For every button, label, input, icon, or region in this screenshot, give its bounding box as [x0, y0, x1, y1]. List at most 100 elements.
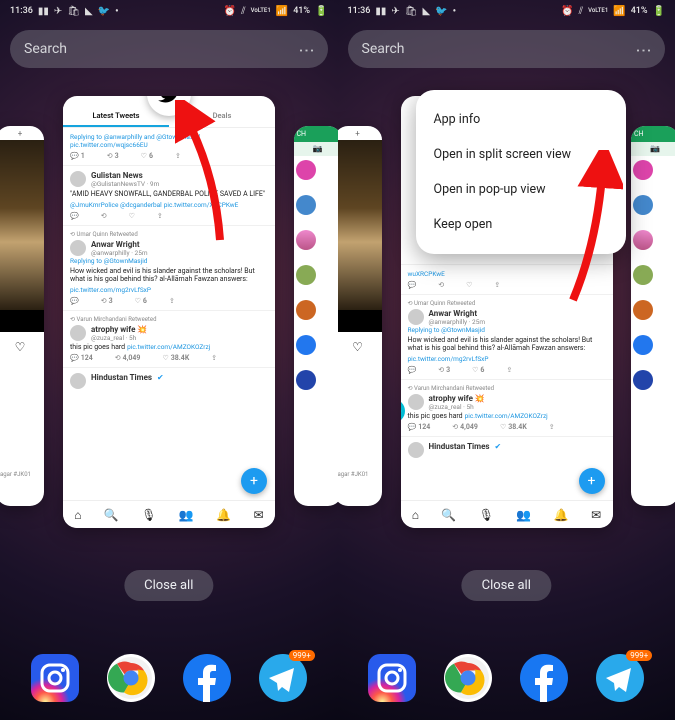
instagram-app[interactable] [31, 654, 79, 702]
like-icon[interactable]: ♡ [466, 281, 472, 289]
retweet-icon[interactable]: ⟲ 4,049 [115, 354, 141, 362]
chrome-app[interactable] [444, 654, 492, 702]
tweet-url[interactable]: pic.twitter.com/mg2rvLfSxP [408, 355, 489, 363]
share-icon[interactable]: ⇪ [175, 152, 181, 160]
tab-plus[interactable]: + [0, 126, 44, 140]
more-icon[interactable]: ⋮ [297, 42, 316, 56]
more-icon[interactable]: ⋮ [635, 42, 654, 56]
tweet-4[interactable]: ⟲ Varun Mirchandani Retweeted atrophy wi… [63, 311, 275, 368]
tweet-1[interactable]: Replying to @anwarphilly and @GtownMasji… [63, 128, 275, 166]
reply-icon[interactable]: 💬 [408, 281, 417, 289]
share-icon[interactable]: ⇪ [549, 423, 555, 431]
retweet-icon[interactable]: ⟲ 3 [438, 366, 450, 374]
camera-icon[interactable]: 📷 [631, 142, 675, 156]
tweet-url[interactable]: pic.twitter.com/AMZOKOZrzj [465, 412, 548, 420]
tweet-3[interactable]: ⟲ Umar Quinn Retweeted Anwar Wright @anw… [63, 226, 275, 311]
avatar[interactable] [633, 300, 653, 320]
tweet-url[interactable]: pic.twitter.com/mg2rvLfSxP [70, 286, 151, 294]
recent-card-left[interactable]: + ♡ agar #JK01 [338, 126, 382, 506]
compose-fab[interactable]: + [579, 468, 605, 494]
tweet-3[interactable]: ⟲ Umar Quinn Retweeted Anwar Wright @anw… [401, 295, 613, 380]
tweet-partial[interactable]: wuXRCPKwE 💬 ⟲ ♡ ⇪ [401, 264, 613, 295]
reply-icon[interactable]: 💬 [408, 366, 417, 374]
recent-card-left[interactable]: + ♡ agar #JK01 [0, 126, 44, 506]
share-icon[interactable]: ⇪ [494, 281, 500, 289]
avatar[interactable] [408, 442, 424, 458]
share-icon[interactable]: ⇪ [211, 354, 217, 362]
compose-fab[interactable]: + [241, 468, 267, 494]
avatar[interactable] [296, 335, 316, 355]
chrome-app[interactable] [107, 654, 155, 702]
avatar[interactable] [296, 300, 316, 320]
like-icon[interactable]: ♡ [129, 212, 135, 220]
retweet-icon[interactable]: ⟲ 4,049 [452, 423, 478, 431]
avatar[interactable] [296, 195, 316, 215]
avatar[interactable] [633, 160, 653, 180]
reply-icon[interactable]: 💬 [70, 212, 79, 220]
bookmark-icon[interactable]: ♡ [338, 332, 382, 362]
tweet-url[interactable]: pic.twitter.com/wqjsc66EU [70, 141, 268, 149]
recent-card-twitter[interactable]: Latest Tweets Deals Replying to @anwarph… [63, 96, 275, 528]
menu-app-info[interactable]: App info [416, 102, 626, 137]
notifications-icon[interactable]: 🔔 [216, 508, 231, 522]
telegram-app[interactable]: 999+ [596, 654, 644, 702]
avatar[interactable] [408, 309, 424, 325]
menu-keep-open[interactable]: Keep open [416, 207, 626, 242]
avatar[interactable] [70, 171, 86, 187]
avatar[interactable] [633, 370, 653, 390]
avatar[interactable] [296, 370, 316, 390]
spaces-icon[interactable]: 🎙 [479, 508, 494, 522]
retweet-icon[interactable]: ⟲ [101, 212, 107, 220]
like-icon[interactable]: ♡ 6 [472, 366, 484, 374]
menu-split-screen[interactable]: Open in split screen view [416, 137, 626, 172]
avatar[interactable] [296, 160, 316, 180]
communities-icon[interactable]: 👥 [179, 508, 194, 522]
avatar[interactable] [633, 230, 653, 250]
recents-search[interactable]: Search ⋮ [348, 30, 666, 68]
like-icon[interactable]: ♡ 6 [135, 297, 147, 305]
share-icon[interactable]: ⇪ [157, 212, 163, 220]
tweet-url[interactable]: wuXRCPKwE [408, 270, 606, 278]
reply-icon[interactable]: 💬 124 [408, 423, 431, 431]
avatar[interactable] [633, 335, 653, 355]
avatar[interactable] [633, 265, 653, 285]
messages-icon[interactable]: ✉ [254, 508, 264, 522]
search-icon[interactable]: 🔍 [104, 508, 119, 522]
reply-icon[interactable]: 💬 [70, 297, 79, 305]
share-icon[interactable]: ⇪ [169, 297, 175, 305]
home-icon[interactable]: ⌂ [412, 508, 419, 522]
spaces-icon[interactable]: 🎙 [141, 508, 156, 522]
retweet-icon[interactable]: ⟲ 3 [101, 297, 113, 305]
avatar[interactable] [70, 373, 86, 389]
bookmark-icon[interactable]: ♡ [0, 332, 44, 362]
facebook-app[interactable] [520, 654, 568, 702]
notifications-icon[interactable]: 🔔 [554, 508, 569, 522]
home-icon[interactable]: ⌂ [74, 508, 81, 522]
camera-icon[interactable]: 📷 [294, 142, 338, 156]
recent-card-right[interactable]: CH 📷 [631, 126, 675, 506]
avatar[interactable] [70, 325, 86, 341]
like-icon[interactable]: ♡ 38.4K [162, 354, 189, 362]
communities-icon[interactable]: 👥 [516, 508, 531, 522]
like-icon[interactable]: ♡ 6 [141, 152, 153, 160]
avatar[interactable] [70, 240, 86, 256]
recents-search[interactable]: Search ⋮ [10, 30, 328, 68]
tweet-4[interactable]: ⟲ Varun Mirchandani Retweeted atrophy wi… [401, 380, 613, 437]
retweet-icon[interactable]: ⟲ [438, 281, 444, 289]
tweet-2[interactable]: Gulistan News @GulistanNewsTV · 9m "AMID… [63, 166, 275, 226]
avatar[interactable] [296, 265, 316, 285]
tweet-5[interactable]: Hindustan Times ✔ [63, 368, 275, 417]
menu-popup-view[interactable]: Open in pop-up view [416, 172, 626, 207]
reply-icon[interactable]: 💬 124 [70, 354, 93, 362]
instagram-app[interactable] [368, 654, 416, 702]
telegram-app[interactable]: 999+ [259, 654, 307, 702]
mentions[interactable]: @JmuKmrPolice @dcganderbal [70, 201, 162, 209]
like-icon[interactable]: ♡ 38.4K [500, 423, 527, 431]
tab-plus[interactable]: + [338, 126, 382, 140]
avatar[interactable] [633, 195, 653, 215]
close-all-button[interactable]: Close all [124, 570, 213, 601]
tweet-url[interactable]: pic.twitter.com/XRCPKwE [164, 201, 239, 209]
retweet-icon[interactable]: ⟲ 3 [107, 152, 119, 160]
search-icon[interactable]: 🔍 [441, 508, 456, 522]
messages-icon[interactable]: ✉ [591, 508, 601, 522]
